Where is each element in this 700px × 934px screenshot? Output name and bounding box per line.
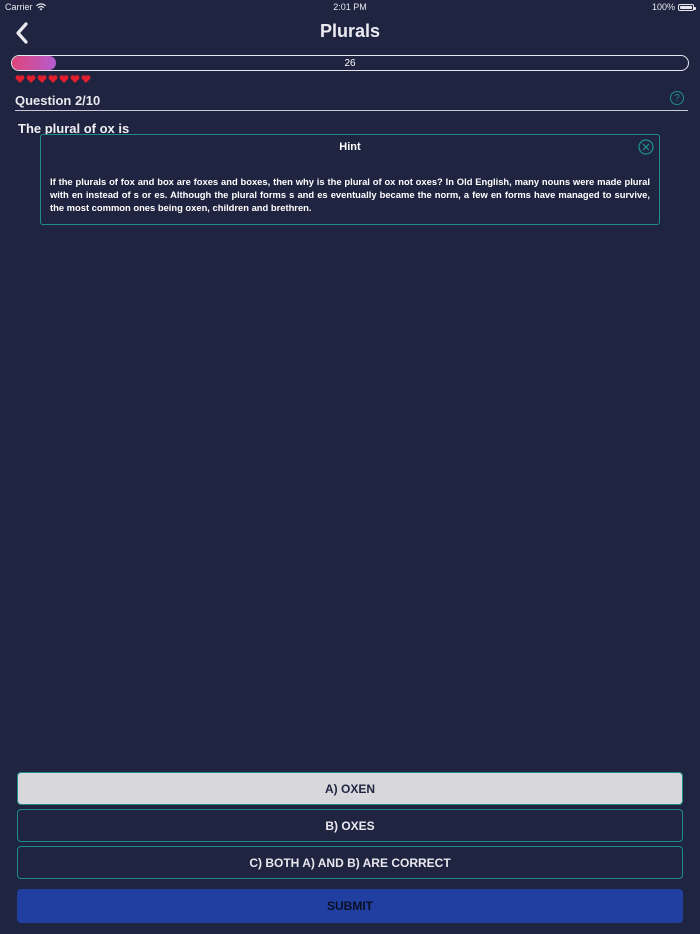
submit-label: SUBMIT	[327, 899, 373, 913]
answer-label: C) BOTH A) AND B) ARE CORRECT	[249, 855, 451, 870]
close-hint-button[interactable]	[638, 139, 654, 155]
heart-icon	[37, 75, 47, 83]
heart-icon	[59, 75, 69, 83]
answer-option-b[interactable]: B) OXES	[17, 809, 683, 842]
heart-icon	[26, 75, 36, 83]
status-right: 100%	[651, 2, 696, 12]
quiz-screen: Carrier 2:01 PM 100% Plurals 26 Question	[0, 0, 700, 934]
answer-label: A) OXEN	[324, 781, 375, 796]
heart-icon	[15, 75, 25, 83]
question-header: Question 2/10 ?	[15, 91, 688, 111]
submit-button[interactable]: SUBMIT	[17, 889, 683, 923]
status-bar: Carrier 2:01 PM 100%	[0, 0, 700, 14]
answer-label: B) OXES	[325, 818, 375, 833]
lives-hearts	[15, 74, 91, 84]
answer-option-c[interactable]: C) BOTH A) AND B) ARE CORRECT	[17, 846, 683, 879]
answer-option-a[interactable]: A) OXEN	[17, 772, 683, 805]
heart-icon	[70, 75, 80, 83]
heart-icon	[81, 75, 91, 83]
question-number: Question 2/10	[15, 93, 101, 108]
hint-popup: Hint If the plurals of fox and box are f…	[40, 134, 660, 225]
timer-progress-bar: 26	[11, 55, 689, 71]
help-icon[interactable]: ?	[670, 91, 684, 105]
heart-icon	[48, 75, 58, 83]
close-icon	[638, 139, 654, 155]
hint-title: Hint	[339, 141, 361, 153]
hint-text: If the plurals of fox and box are foxes …	[50, 176, 650, 213]
nav-bar: Plurals	[0, 14, 700, 52]
status-time: 2:01 PM	[333, 2, 367, 12]
page-title: Plurals	[319, 21, 381, 41]
battery-label: 100%	[651, 2, 675, 12]
progress-value: 26	[344, 57, 356, 69]
battery-icon	[678, 3, 696, 11]
